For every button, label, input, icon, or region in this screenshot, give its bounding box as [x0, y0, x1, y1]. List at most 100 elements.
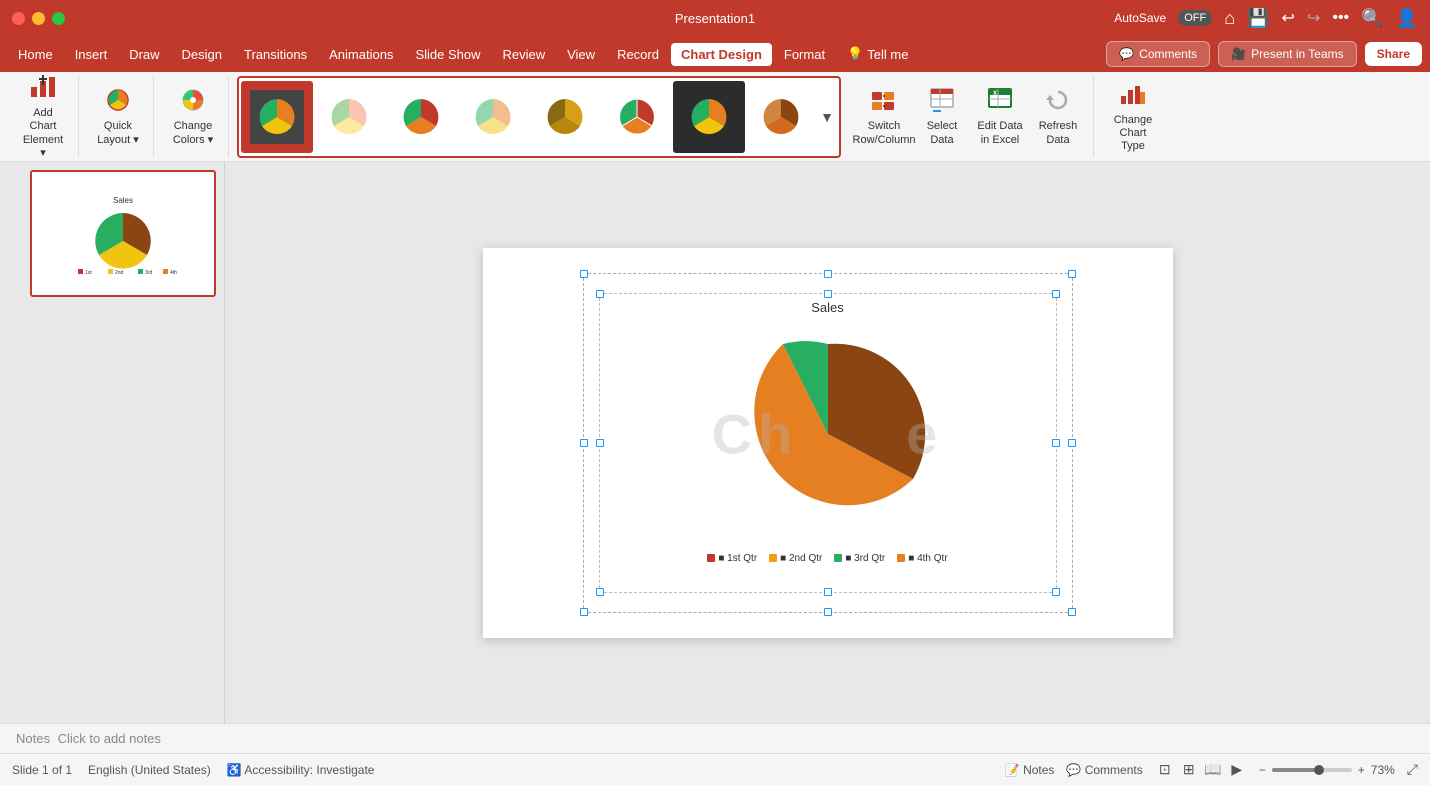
reading-view-icon[interactable]: 📖: [1203, 760, 1223, 780]
resize-handle-bm[interactable]: [824, 608, 832, 616]
menu-transitions[interactable]: Transitions: [234, 43, 317, 66]
inner-handle-tm[interactable]: [824, 290, 832, 298]
pie-chart-area: Ch e: [600, 315, 1056, 553]
chart-style-8[interactable]: [745, 81, 817, 153]
chart-styles-gallery: ▼: [237, 76, 841, 158]
menu-home[interactable]: Home: [8, 43, 63, 66]
notes-bar[interactable]: Notes Click to add notes: [0, 723, 1430, 753]
redo-icon[interactable]: ↪: [1307, 8, 1320, 28]
present-in-teams-button[interactable]: 🎥 Present in Teams: [1218, 41, 1356, 67]
select-data-button[interactable]: SelectData: [915, 79, 969, 155]
menu-record[interactable]: Record: [607, 43, 669, 66]
add-chart-element-button[interactable]: Add ChartElement ▾: [16, 79, 70, 155]
legend-item-2: ■ 2nd Qtr: [769, 553, 822, 564]
autosave-toggle[interactable]: OFF: [1178, 10, 1212, 26]
chart-style-2[interactable]: [313, 81, 385, 153]
normal-view-icon[interactable]: ⊡: [1155, 760, 1175, 780]
edit-data-icon: X: [986, 86, 1014, 118]
select-data-label: SelectData: [927, 120, 958, 146]
tell-me-button[interactable]: 💡 Tell me: [837, 42, 918, 66]
comment-icon: 💬: [1119, 47, 1134, 61]
people-icon[interactable]: 👤: [1396, 8, 1418, 29]
resize-handle-tl[interactable]: [580, 270, 588, 278]
share-button[interactable]: Share: [1365, 42, 1422, 66]
chart-style-1[interactable]: [241, 81, 313, 153]
slide-preview: Sales 1st 2nd 3rd 4th: [36, 176, 210, 291]
maximize-button[interactable]: [52, 12, 65, 25]
inner-handle-tr[interactable]: [1052, 290, 1060, 298]
quick-layout-label: QuickLayout ▾: [97, 120, 139, 146]
close-button[interactable]: [12, 12, 25, 25]
chart-style-3[interactable]: [385, 81, 457, 153]
menu-insert[interactable]: Insert: [65, 43, 118, 66]
quick-layout-button[interactable]: QuickLayout ▾: [91, 79, 145, 155]
comments-button[interactable]: 💬 Comments: [1106, 41, 1210, 67]
menu-slideshow[interactable]: Slide Show: [405, 43, 490, 66]
minimize-button[interactable]: [32, 12, 45, 25]
more-icon[interactable]: •••: [1332, 9, 1349, 27]
resize-handle-ml[interactable]: [580, 439, 588, 447]
presenter-view-icon[interactable]: ▶: [1227, 760, 1247, 780]
notes-icon: 📝: [1005, 763, 1020, 777]
ribbon: Add ChartElement ▾ QuickLayout ▾: [0, 72, 1430, 162]
chart-inner-area: Sales Ch e: [599, 293, 1057, 593]
ribbon-section-colors: ChangeColors ▾: [158, 76, 229, 157]
resize-handle-br[interactable]: [1068, 608, 1076, 616]
edit-data-excel-button[interactable]: X Edit Datain Excel: [973, 79, 1027, 155]
zoom-out-icon[interactable]: −: [1259, 763, 1266, 777]
resize-handle-mr[interactable]: [1068, 439, 1076, 447]
refresh-data-button[interactable]: RefreshData: [1031, 79, 1085, 155]
zoom-slider[interactable]: [1272, 768, 1352, 772]
menu-design[interactable]: Design: [172, 43, 232, 66]
menu-review[interactable]: Review: [492, 43, 555, 66]
change-colors-label: ChangeColors ▾: [173, 120, 213, 146]
legend-color-2: [769, 554, 777, 562]
menu-animations[interactable]: Animations: [319, 43, 403, 66]
comments-status-btn[interactable]: 💬 Comments: [1066, 763, 1142, 777]
change-colors-button[interactable]: ChangeColors ▾: [166, 79, 220, 155]
save-icon[interactable]: 💾: [1247, 8, 1269, 29]
chart-style-7[interactable]: [673, 81, 745, 153]
resize-handle-tm[interactable]: [824, 270, 832, 278]
change-chart-type-label: ChangeChart Type: [1110, 114, 1156, 154]
inner-handle-bm[interactable]: [824, 588, 832, 596]
menu-draw[interactable]: Draw: [119, 43, 169, 66]
svg-text:X: X: [993, 91, 997, 97]
ribbon-section-change-type: ChangeChart Type: [1098, 76, 1168, 157]
home-icon[interactable]: ⌂: [1224, 8, 1235, 29]
chart-style-4[interactable]: [457, 81, 529, 153]
switch-row-column-button[interactable]: SwitchRow/Column: [857, 79, 911, 155]
chart-style-5[interactable]: [529, 81, 601, 153]
select-data-icon: [928, 86, 956, 118]
slides-panel: 1 Sales 1st 2nd: [0, 162, 225, 723]
inner-handle-tl[interactable]: [596, 290, 604, 298]
window-controls[interactable]: [12, 12, 65, 25]
notes-placeholder-text: Click to add notes: [54, 731, 161, 746]
title-bar: Presentation1 AutoSave OFF ⌂ 💾 ↩ ↪ ••• 🔍…: [0, 0, 1430, 36]
change-chart-type-button[interactable]: ChangeChart Type: [1106, 79, 1160, 155]
inner-handle-bl[interactable]: [596, 588, 604, 596]
chart-style-6[interactable]: [601, 81, 673, 153]
fit-window-icon[interactable]: ⤢: [1407, 761, 1418, 778]
slide-sorter-icon[interactable]: ⊞: [1179, 760, 1199, 780]
status-right: 📝 Notes 💬 Comments ⊡ ⊞ 📖 ▶ − + 73% ⤢: [1005, 760, 1418, 780]
zoom-in-icon[interactable]: +: [1358, 763, 1365, 777]
undo-icon[interactable]: ↩: [1282, 8, 1295, 28]
zoom-thumb: [1314, 765, 1324, 775]
gallery-next-arrow[interactable]: ▼: [817, 81, 837, 153]
autosave-label: AutoSave: [1114, 11, 1166, 25]
accessibility-icon: ♿: [227, 763, 242, 777]
menu-chart-design[interactable]: Chart Design: [671, 43, 772, 66]
menu-format[interactable]: Format: [774, 43, 835, 66]
slide-info: Slide 1 of 1: [12, 763, 72, 777]
zoom-control: − + 73%: [1259, 763, 1395, 777]
chart-container[interactable]: Sales Ch e: [583, 273, 1073, 613]
search-icon[interactable]: 🔍: [1361, 8, 1383, 29]
slide-thumbnail[interactable]: Sales 1st 2nd 3rd 4th: [30, 170, 216, 297]
menu-view[interactable]: View: [557, 43, 605, 66]
resize-handle-tr[interactable]: [1068, 270, 1076, 278]
notes-status-btn[interactable]: 📝 Notes: [1005, 763, 1055, 777]
resize-handle-bl[interactable]: [580, 608, 588, 616]
menu-right-buttons: 💬 Comments 🎥 Present in Teams Share: [1106, 41, 1422, 67]
inner-handle-br[interactable]: [1052, 588, 1060, 596]
